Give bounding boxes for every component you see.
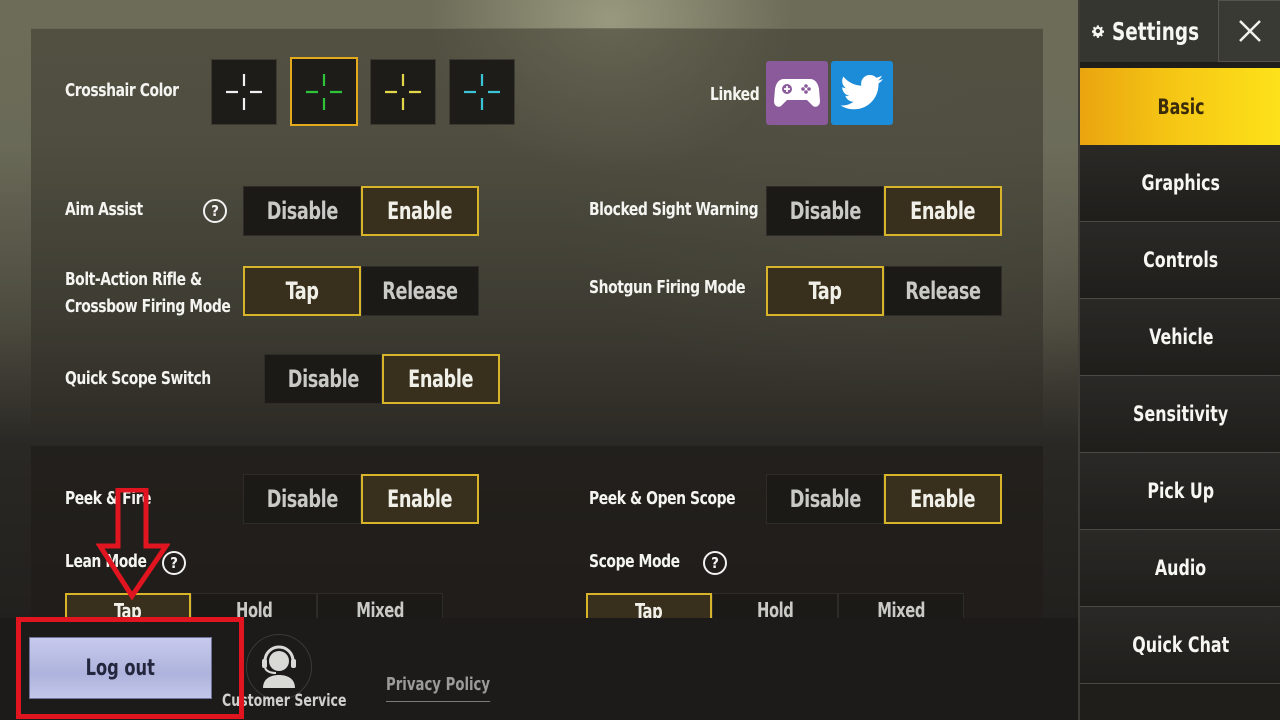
sidebar-item-label: Sensitivity: [1133, 402, 1229, 426]
crosshair-yellow-option[interactable]: [370, 59, 436, 125]
sidebar-item-label: Vehicle: [1148, 325, 1214, 349]
quick-scope-switch-toggle: Disable Enable: [264, 354, 500, 404]
linked-label: Linked: [710, 84, 760, 105]
shotgun-firing-mode-label: Shotgun Firing Mode: [589, 277, 746, 298]
sidebar-item-label: Audio: [1155, 556, 1207, 580]
crosshair-icon: [385, 74, 421, 110]
option-release[interactable]: Release: [361, 266, 479, 316]
sidebar-item-label: Graphics: [1141, 171, 1221, 195]
privacy-policy-link[interactable]: Privacy Policy: [386, 674, 491, 702]
option-label: Enable: [910, 485, 976, 513]
peek-open-scope-toggle: Disable Enable: [766, 474, 1002, 524]
linked-gamecenter-button[interactable]: [766, 61, 828, 125]
shotgun-firing-mode-toggle: Tap Release: [766, 266, 1002, 316]
option-disable[interactable]: Disable: [243, 186, 361, 236]
option-label: Enable: [910, 197, 976, 225]
sidebar-item-quick-chat[interactable]: Quick Chat: [1080, 607, 1280, 684]
scope-mode-help-icon[interactable]: ?: [703, 551, 727, 575]
option-enable[interactable]: Enable: [361, 186, 479, 236]
crosshair-icon: [226, 74, 262, 110]
settings-sidebar: Settings Basic Graphics Controls Vehicle Sen…: [1078, 0, 1280, 720]
peek-open-scope-label: Peek & Open Scope: [589, 488, 736, 509]
crosshair-green-option[interactable]: [290, 57, 358, 126]
option-enable[interactable]: Enable: [361, 474, 479, 524]
settings-header: Settings: [1080, 0, 1218, 62]
annotation-arrow-icon: [96, 488, 170, 600]
blocked-sight-warning-toggle: Disable Enable: [766, 186, 1002, 236]
aim-assist-toggle: Disable Enable: [243, 186, 479, 236]
peek-fire-toggle: Disable Enable: [243, 474, 479, 524]
gear-icon: [1092, 25, 1104, 38]
sidebar-item-label: Controls: [1143, 248, 1219, 272]
option-disable[interactable]: Disable: [264, 354, 382, 404]
option-label: Disable: [789, 197, 861, 225]
settings-title: Settings: [1111, 16, 1199, 46]
option-label: Enable: [387, 485, 453, 513]
option-disable[interactable]: Disable: [766, 474, 884, 524]
quick-scope-switch-label: Quick Scope Switch: [65, 368, 211, 389]
aim-assist-help-icon[interactable]: ?: [203, 199, 227, 223]
sidebar-item-pick-up[interactable]: Pick Up: [1080, 453, 1280, 530]
close-button[interactable]: [1218, 0, 1280, 62]
option-disable[interactable]: Disable: [243, 474, 361, 524]
option-label: Release: [382, 277, 458, 305]
option-label: Disable: [266, 485, 338, 513]
sidebar-item-label: Quick Chat: [1132, 633, 1230, 657]
bolt-action-label-line2: Crossbow Firing Mode: [65, 296, 231, 317]
linked-twitter-button[interactable]: [831, 61, 893, 125]
sidebar-item-vehicle[interactable]: Vehicle: [1080, 299, 1280, 376]
option-label: Enable: [387, 197, 453, 225]
option-release[interactable]: Release: [884, 266, 1002, 316]
bolt-action-firing-mode-toggle: Tap Release: [243, 266, 479, 316]
option-enable[interactable]: Enable: [884, 186, 1002, 236]
aim-assist-label: Aim Assist: [65, 199, 143, 220]
option-label: Tap: [808, 277, 842, 305]
bolt-action-label-line1: Bolt-Action Rifle &: [65, 269, 202, 290]
option-label: Disable: [266, 197, 338, 225]
option-label: Tap: [285, 277, 319, 305]
annotation-highlight-box: [16, 617, 244, 719]
sidebar-item-label: Pick Up: [1147, 479, 1215, 503]
option-tap[interactable]: Tap: [766, 266, 884, 316]
option-disable[interactable]: Disable: [766, 186, 884, 236]
sidebar-item-label: Basic: [1157, 94, 1205, 119]
sidebar-item-controls[interactable]: Controls: [1080, 222, 1280, 299]
option-label: Disable: [287, 365, 359, 393]
headset-agent-icon: [262, 645, 296, 688]
gamepad-icon: [774, 79, 820, 107]
sidebar-item-basic[interactable]: Basic: [1080, 68, 1280, 145]
crosshair-icon: [464, 74, 500, 110]
option-label: Disable: [789, 485, 861, 513]
option-enable[interactable]: Enable: [884, 474, 1002, 524]
option-enable[interactable]: Enable: [382, 354, 500, 404]
crosshair-cyan-option[interactable]: [449, 59, 515, 125]
sidebar-item-graphics[interactable]: Graphics: [1080, 145, 1280, 222]
sidebar-item-sensitivity[interactable]: Sensitivity: [1080, 376, 1280, 453]
twitter-bird-icon: [840, 75, 883, 110]
option-label: Release: [905, 277, 981, 305]
crosshair-white-option[interactable]: [211, 59, 277, 125]
blocked-sight-warning-label: Blocked Sight Warning: [589, 199, 759, 220]
close-icon: [1239, 20, 1261, 42]
crosshair-icon: [306, 73, 342, 110]
sidebar-item-audio[interactable]: Audio: [1080, 530, 1280, 607]
crosshair-color-label: Crosshair Color: [65, 80, 179, 101]
option-tap[interactable]: Tap: [243, 266, 361, 316]
scope-mode-label: Scope Mode: [589, 551, 680, 572]
option-label: Enable: [408, 365, 474, 393]
